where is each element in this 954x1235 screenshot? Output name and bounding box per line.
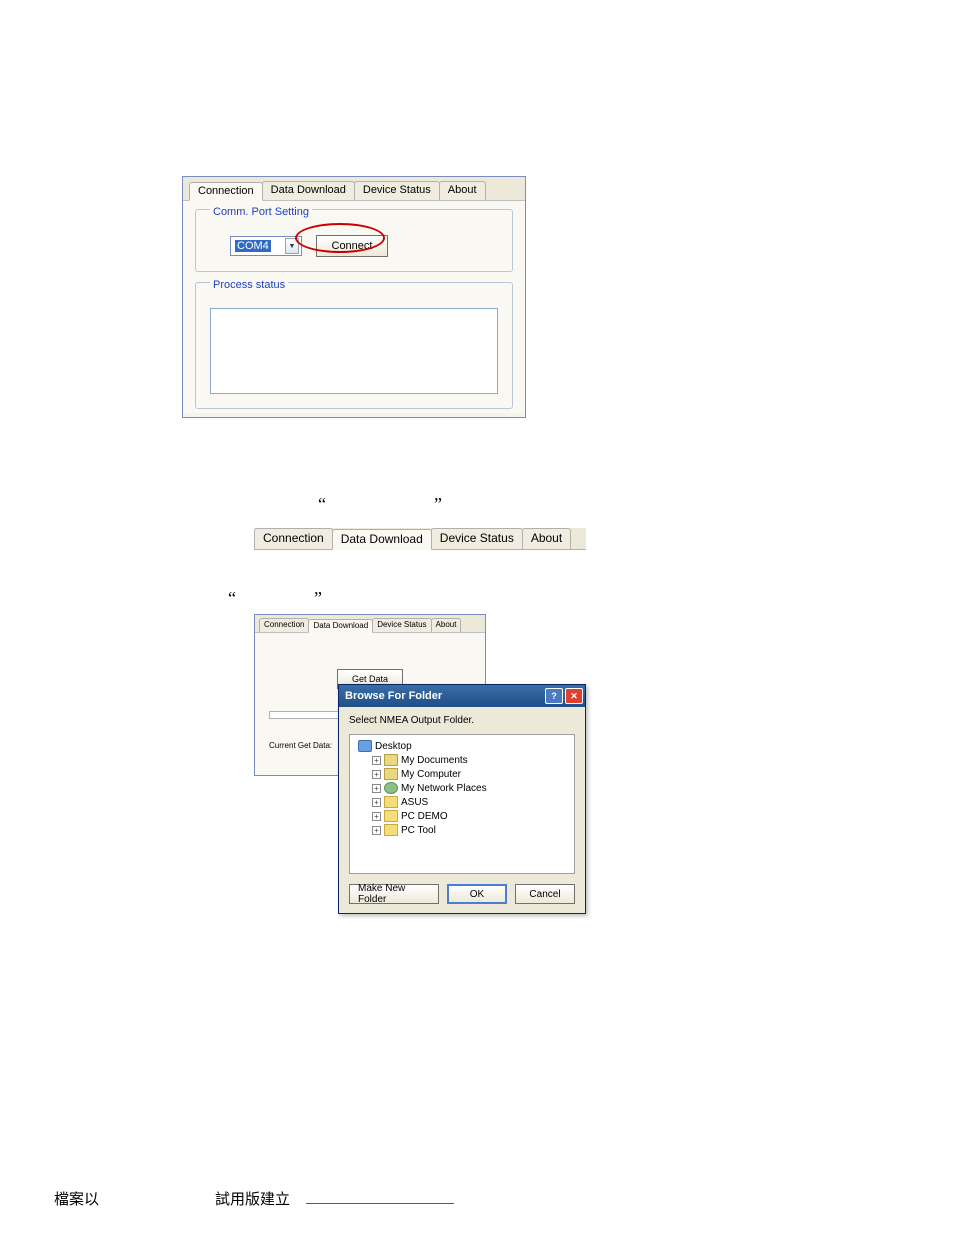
tab3-device-status[interactable]: Device Status: [372, 618, 431, 632]
quote-mark-right-2: ”: [314, 588, 322, 609]
tabs3: Connection Data Download Device Status A…: [255, 615, 485, 633]
dialog-message: Select NMEA Output Folder.: [349, 715, 575, 726]
expand-icon[interactable]: +: [372, 826, 381, 835]
footer-part-1: 檔案以: [54, 1188, 99, 1209]
ok-button[interactable]: OK: [447, 884, 507, 904]
desktop-icon: [358, 740, 372, 752]
footer-underline: [306, 1203, 454, 1204]
tree-item[interactable]: + PC Tool: [354, 823, 570, 837]
dialog-buttons: Make New Folder OK Cancel: [349, 884, 575, 904]
tab2-about[interactable]: About: [522, 528, 571, 549]
port-row: COM4 ▼ Connect: [210, 235, 498, 257]
data-download-shot: Connection Data Download Device Status A…: [254, 614, 604, 924]
expand-icon[interactable]: +: [372, 784, 381, 793]
tab3-data-download[interactable]: Data Download: [308, 619, 373, 633]
tab3-about[interactable]: About: [431, 618, 462, 632]
expand-icon[interactable]: +: [372, 812, 381, 821]
tree-item[interactable]: + PC DEMO: [354, 809, 570, 823]
network-icon: [384, 782, 398, 794]
folder-icon: [384, 754, 398, 766]
process-status-group: Process status: [195, 282, 513, 409]
tab3-connection[interactable]: Connection: [259, 618, 309, 632]
quote-mark-left-2: “: [228, 588, 236, 609]
computer-icon: [384, 768, 398, 780]
current-get-data-label: Current Get Data:: [269, 741, 332, 750]
tab2-device-status[interactable]: Device Status: [431, 528, 523, 549]
tab-about[interactable]: About: [439, 181, 486, 200]
expand-icon[interactable]: +: [372, 770, 381, 779]
help-icon[interactable]: ?: [545, 688, 563, 704]
footer-part-2: 試用版建立: [215, 1188, 290, 1209]
tab2-data-download[interactable]: Data Download: [332, 529, 432, 550]
tree-label: My Computer: [401, 769, 461, 780]
tree-label: My Documents: [401, 755, 468, 766]
dialog-title: Browse For Folder: [345, 690, 442, 702]
cancel-button[interactable]: Cancel: [515, 884, 575, 904]
tree-item[interactable]: + ASUS: [354, 795, 570, 809]
tab2-connection[interactable]: Connection: [254, 528, 333, 549]
dialog-titlebar[interactable]: Browse For Folder ? ✕: [339, 685, 585, 707]
comm-port-setting-group: Comm. Port Setting COM4 ▼ Connect: [195, 209, 513, 272]
tree-label: My Network Places: [401, 783, 487, 794]
browse-for-folder-dialog: Browse For Folder ? ✕ Select NMEA Output…: [338, 684, 586, 914]
tab-data-download[interactable]: Data Download: [262, 181, 355, 200]
tree-label: PC Tool: [401, 825, 436, 836]
dropdown-icon[interactable]: ▼: [285, 238, 299, 254]
folder-icon: [384, 810, 398, 822]
expand-icon[interactable]: +: [372, 756, 381, 765]
tab-device-status[interactable]: Device Status: [354, 181, 440, 200]
tree-label: ASUS: [401, 797, 428, 808]
process-status-legend: Process status: [210, 279, 288, 291]
comm-port-setting-legend: Comm. Port Setting: [210, 206, 312, 218]
process-status-box: [210, 308, 498, 394]
com-port-select[interactable]: COM4 ▼: [230, 236, 302, 256]
tree-item[interactable]: + My Network Places: [354, 781, 570, 795]
tab-connection[interactable]: Connection: [189, 182, 263, 201]
connect-button[interactable]: Connect: [316, 235, 388, 257]
expand-icon[interactable]: +: [372, 798, 381, 807]
folder-icon: [384, 824, 398, 836]
footer-text: 檔案以 試用版建立: [54, 1188, 454, 1209]
tree-label: PC DEMO: [401, 811, 448, 822]
connection-panel: Connection Data Download Device Status A…: [182, 176, 526, 418]
quote-mark-right-1: ”: [434, 494, 442, 515]
folder-icon: [384, 796, 398, 808]
tab-strip: Connection Data Download Device Status A…: [254, 528, 586, 550]
com-port-value: COM4: [235, 240, 271, 252]
tree-label: Desktop: [375, 741, 412, 752]
connection-body: Comm. Port Setting COM4 ▼ Connect Proces…: [183, 201, 525, 413]
dialog-body: Select NMEA Output Folder. Desktop + My …: [339, 707, 585, 912]
tabs-connection-panel: Connection Data Download Device Status A…: [183, 177, 525, 201]
quote-mark-left-1: “: [318, 494, 326, 515]
close-icon[interactable]: ✕: [565, 688, 583, 704]
tree-item[interactable]: + My Computer: [354, 767, 570, 781]
folder-tree[interactable]: Desktop + My Documents + My Computer + M…: [349, 734, 575, 874]
tree-item[interactable]: + My Documents: [354, 753, 570, 767]
make-new-folder-button[interactable]: Make New Folder: [349, 884, 439, 904]
tree-desktop[interactable]: Desktop: [354, 739, 570, 753]
